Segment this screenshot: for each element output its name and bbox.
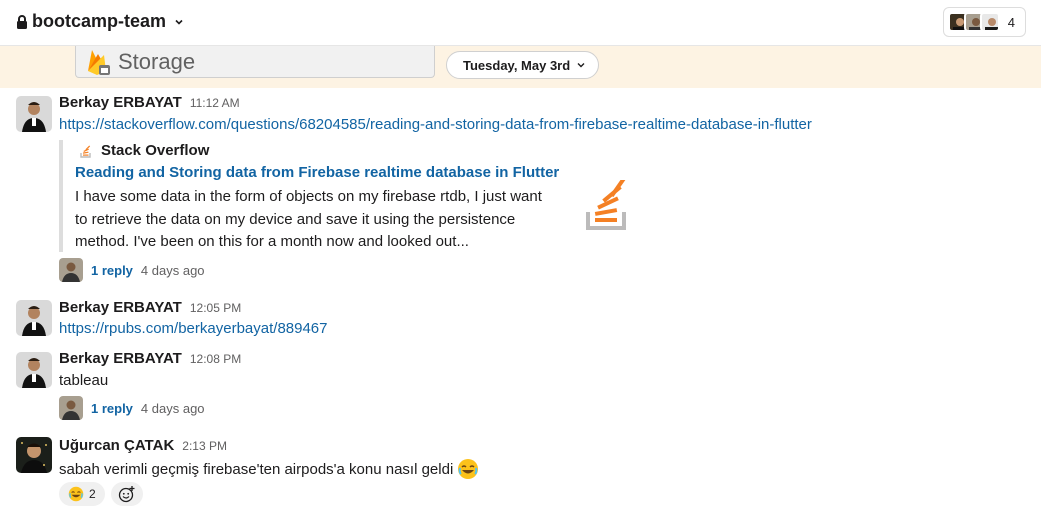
date-label: Tuesday, May 3rd [463, 57, 571, 73]
channel-name-button[interactable]: bootcamp-team [16, 11, 184, 32]
lock-icon [17, 14, 27, 29]
thread-last-reply: 4 days ago [140, 400, 205, 416]
message-header: Berkay ERBAYAT 12:08 PM [59, 350, 241, 367]
thread-avatar [59, 258, 83, 282]
member-avatar [979, 12, 1000, 32]
message-text: tableau [59, 372, 109, 389]
reaction-joy[interactable]: 2 [59, 482, 105, 506]
preview-description-line: I have some data in the form of objects … [75, 188, 542, 205]
thread-last-reply: 4 days ago [140, 262, 205, 278]
thread-reply-count[interactable]: 1 reply [91, 263, 133, 278]
message-header: Uğurcan ÇATAK 2:13 PM [59, 437, 227, 454]
member-count: 4 [1007, 14, 1015, 30]
storage-label: Storage [118, 48, 196, 74]
firebase-icon [88, 49, 110, 75]
preview-title-link[interactable]: Reading and Storing data from Firebase r… [75, 164, 559, 181]
message-link[interactable]: https://stackoverflow.com/questions/6820… [59, 116, 812, 133]
avatar[interactable] [16, 96, 52, 132]
thread-avatar [59, 396, 83, 420]
members-button[interactable]: 4 [942, 7, 1026, 37]
timestamp[interactable]: 2:13 PM [182, 439, 227, 453]
preview-site-name: Stack Overflow [101, 142, 210, 159]
preview-description-line: to retrieve the data on my device and sa… [75, 210, 516, 228]
message-text-row: sabah verimli geçmiş firebase'ten airpod… [59, 458, 479, 480]
stackoverflow-icon [80, 145, 91, 158]
joy-emoji-icon [458, 459, 479, 479]
message-header: Berkay ERBAYAT 12:05 PM [59, 299, 241, 316]
joy-emoji-icon [68, 486, 84, 502]
preview-description: I have some data in the form of objects … [75, 186, 555, 254]
timestamp[interactable]: 12:05 PM [190, 301, 241, 315]
reactions-bar: 2 [59, 482, 143, 506]
date-divider-button[interactable]: Tuesday, May 3rd [446, 51, 600, 79]
channel-header: bootcamp-team 4 [0, 0, 1041, 46]
chevron-down-icon [175, 19, 183, 25]
author-name[interactable]: Berkay ERBAYAT [59, 94, 182, 111]
message-link[interactable]: https://rpubs.com/berkayerbayat/889467 [59, 320, 328, 337]
thread-reply-count[interactable]: 1 reply [91, 401, 133, 416]
add-reaction-icon [118, 486, 135, 503]
link-preview: Stack Overflow Reading and Storing data … [59, 140, 659, 252]
add-reaction-button[interactable] [110, 482, 143, 506]
thread-summary[interactable]: 1 reply 4 days ago [59, 396, 205, 420]
author-name[interactable]: Uğurcan ÇATAK [59, 437, 174, 454]
preview-site: Stack Overflow [79, 142, 209, 159]
message-header: Berkay ERBAYAT 11:12 AM [59, 94, 240, 111]
thread-summary[interactable]: 1 reply 4 days ago [59, 258, 205, 282]
stackoverflow-icon [586, 180, 626, 230]
preview-description-line: method. I've been on this for a month no… [75, 233, 469, 250]
channel-name: bootcamp-team [32, 11, 167, 31]
avatar[interactable] [16, 352, 52, 388]
date-banner: Storage Tuesday, May 3rd [0, 46, 1041, 88]
avatar[interactable] [16, 437, 52, 473]
author-name[interactable]: Berkay ERBAYAT [59, 350, 182, 367]
chevron-down-icon [577, 63, 585, 68]
storage-attachment[interactable]: Storage [75, 46, 435, 78]
timestamp[interactable]: 11:12 AM [190, 96, 240, 110]
reaction-count: 2 [89, 487, 96, 501]
avatar[interactable] [16, 300, 52, 336]
author-name[interactable]: Berkay ERBAYAT [59, 299, 182, 316]
timestamp[interactable]: 12:08 PM [190, 352, 241, 366]
message-text: sabah verimli geçmiş firebase'ten airpod… [59, 460, 454, 478]
